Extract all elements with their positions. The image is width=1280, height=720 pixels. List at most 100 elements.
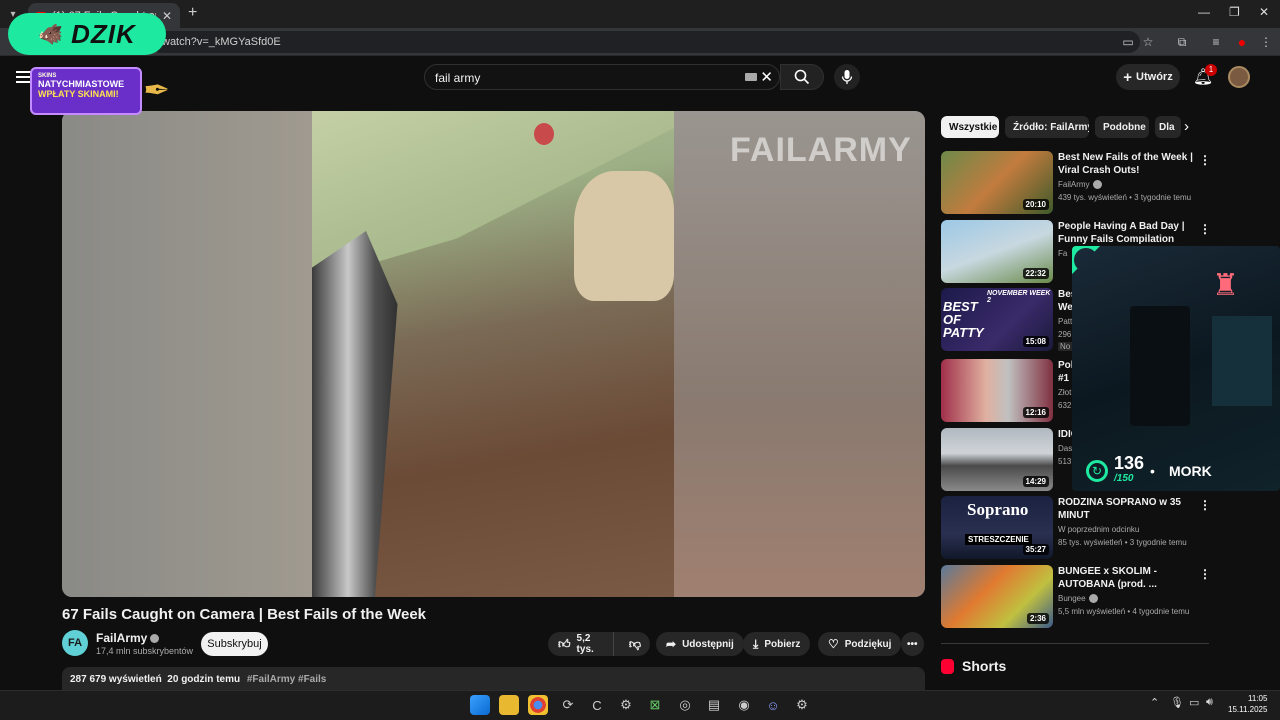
start-windows-icon[interactable] [470,695,490,715]
notification-count-badge: 1 [1205,64,1217,76]
file-explorer-icon[interactable] [499,695,519,715]
duration-badge: 22:32 [1022,268,1049,279]
chrome-icon[interactable] [528,695,548,715]
clock-date: 15.11.2025 [1228,705,1268,714]
app-icon-2[interactable]: C [587,695,607,715]
hashtags[interactable]: #FailArmy #Fails [247,674,326,685]
shorts-label: Shorts [962,658,1007,674]
tray-mic-icon[interactable]: 🎙︎ [1170,696,1184,709]
recommendation-title[interactable]: BUNGEE x SKOLIM - AUTOBANA (prod. ... [1058,565,1193,591]
steam-icon[interactable]: ⚙ [616,695,636,715]
share-button[interactable]: ➦ Udostępnij [656,632,744,656]
recommendation-channel[interactable]: W poprzednim odcinku [1058,525,1139,534]
recommendation-meta: 5,5 mln wyświetleń • 4 tygodnie temu [1058,607,1190,616]
create-button[interactable]: + Utwórz [1116,64,1180,90]
app-icon-1[interactable]: ⟳ [558,695,578,715]
more-vertical-icon[interactable]: ⋮ [1199,498,1211,512]
extensions-icon[interactable]: ⧉ [1174,34,1190,50]
recommendation-channel[interactable]: Patt [1058,317,1072,326]
download-button[interactable]: ⤓ Pobierz [743,632,811,656]
channel-avatar[interactable]: FA [62,630,88,656]
download-icon: ⤓ [753,636,759,651]
account-avatar[interactable] [1228,66,1250,88]
new-tab-button[interactable]: + [188,4,197,22]
tray-volume-icon[interactable]: 🔊︎ [1206,696,1213,709]
video-thumbnail[interactable]: Soprano STRESZCZENIE 35:27 [941,496,1053,559]
promo-banner: SKINS NATYCHMIASTOWE WPŁATY SKINAMI! ✒ [30,67,170,115]
video-frame [312,111,674,597]
create-label: Utwórz [1136,71,1173,83]
tray-display-icon[interactable]: ▭ [1189,696,1199,709]
more-vertical-icon[interactable]: ⋮ [1199,567,1211,581]
recommendation-title[interactable]: People Having A Bad Day | Funny Fails Co… [1058,220,1193,246]
video-thumbnail[interactable]: 12:16 [941,359,1053,422]
recommendation-channel[interactable]: Fa [1058,249,1067,258]
steam-icon-2[interactable]: ⚙ [792,695,812,715]
recommendation-title[interactable]: RODZINA SOPRANO w 35 MINUT [1058,496,1193,522]
chip-similar[interactable]: Podobne [1095,116,1149,138]
video-thumbnail[interactable]: 22:32 [941,220,1053,283]
recommendation-item[interactable]: 2:36 BUNGEE x SKOLIM - AUTOBANA (prod. .… [941,565,1211,629]
chip-all[interactable]: Wszystkie [941,116,999,138]
more-actions-button[interactable]: ••• [901,632,924,656]
search-button[interactable] [780,64,824,90]
video-thumbnail[interactable]: NOVEMBER WEEK 2 BEST OF PATTY 15:08 [941,288,1053,351]
video-title: 67 Fails Caught on Camera | Best Fails o… [62,606,427,623]
overlay-arc-icon [1072,246,1106,280]
video-player[interactable]: FAILARMY [62,111,925,597]
subscribe-button[interactable]: Subskrybuj [201,632,268,656]
plus-icon: + [1123,68,1133,86]
more-vertical-icon[interactable]: ⋮ [1199,222,1211,236]
channel-name[interactable]: FailArmy [96,631,160,645]
maximize-button[interactable]: ❐ [1229,5,1240,19]
discord-icon[interactable]: ☺ [763,695,783,715]
like-button[interactable]: 👍︎ 5,2 tys. [548,632,614,656]
voice-search-button[interactable] [834,64,860,90]
bookmark-star-icon[interactable]: ☆ [1140,34,1156,50]
duration-badge: 12:16 [1022,407,1049,418]
recommendation-channel[interactable]: Bungee [1058,594,1098,604]
duration-badge: 15:08 [1022,336,1049,347]
dzik-logo: 🐗 DZIK [8,13,166,55]
video-thumbnail[interactable]: 2:36 [941,565,1053,628]
system-clock[interactable]: 11:05 15.11.2025 [1228,693,1267,715]
video-thumbnail[interactable]: 14:29 [941,428,1053,491]
shorts-header[interactable]: Shorts [941,658,1006,674]
spreadsheet-icon[interactable]: ⊠ [645,695,665,715]
more-vertical-icon[interactable]: ⋮ [1199,153,1211,167]
chevron-right-icon[interactable]: › [1184,118,1189,135]
browser-menu-icon[interactable]: ⋮ [1258,34,1274,50]
recommendation-item[interactable]: Soprano STRESZCZENIE 35:27 RODZINA SOPRA… [941,496,1211,560]
counter-max: /150 [1114,473,1134,484]
keyboard-icon[interactable] [745,73,757,81]
verified-icon [150,634,160,644]
address-bar[interactable]: watch?v=_kMGYaSfd0E [150,31,1140,53]
recommendation-channel[interactable]: Złot [1058,388,1071,397]
clear-search-icon[interactable]: ✕ [760,68,773,86]
tray-chevron-icon[interactable]: ⌃ [1150,696,1159,709]
thumbs-down-icon: 👎︎ [628,636,641,651]
thanks-button[interactable]: ♡ Podziękuj [818,632,902,656]
app-icon-4[interactable]: ▤ [704,695,724,715]
duration-badge: 14:29 [1022,476,1049,487]
cast-icon[interactable]: ▭ [1120,34,1136,50]
close-window-button[interactable]: ✕ [1259,5,1269,19]
media-control-icon[interactable]: ≡ [1208,34,1224,50]
recommendation-item[interactable]: 20:10 Best New Fails of the Week | Viral… [941,151,1211,215]
notifications-button[interactable]: 🔔︎ 1 [1192,64,1217,88]
recommendation-channel[interactable]: FailArmy [1058,180,1102,190]
app-icon-3[interactable]: ◎ [675,695,695,715]
tab-close-icon[interactable]: ✕ [162,9,172,23]
search-input[interactable]: fail army ✕ [424,64,780,90]
chip-for-you[interactable]: Dla [1155,116,1181,138]
profile-record-icon[interactable]: ● [1234,34,1250,50]
video-thumbnail[interactable]: 20:10 [941,151,1053,214]
dislike-button[interactable]: 👎︎ [620,637,650,652]
recommendation-title[interactable]: Best New Fails of the Week | Viral Crash… [1058,151,1193,177]
app-icon-5[interactable]: ◉ [734,695,754,715]
clock-time: 11:05 [1248,694,1268,703]
chip-source[interactable]: Źródło: FailArmy [1005,116,1089,138]
minimize-button[interactable]: — [1198,5,1210,19]
like-dislike-group: 👍︎ 5,2 tys. 👎︎ [548,632,650,656]
browser-toolbar: watch?v=_kMGYaSfd0E [0,28,1280,56]
